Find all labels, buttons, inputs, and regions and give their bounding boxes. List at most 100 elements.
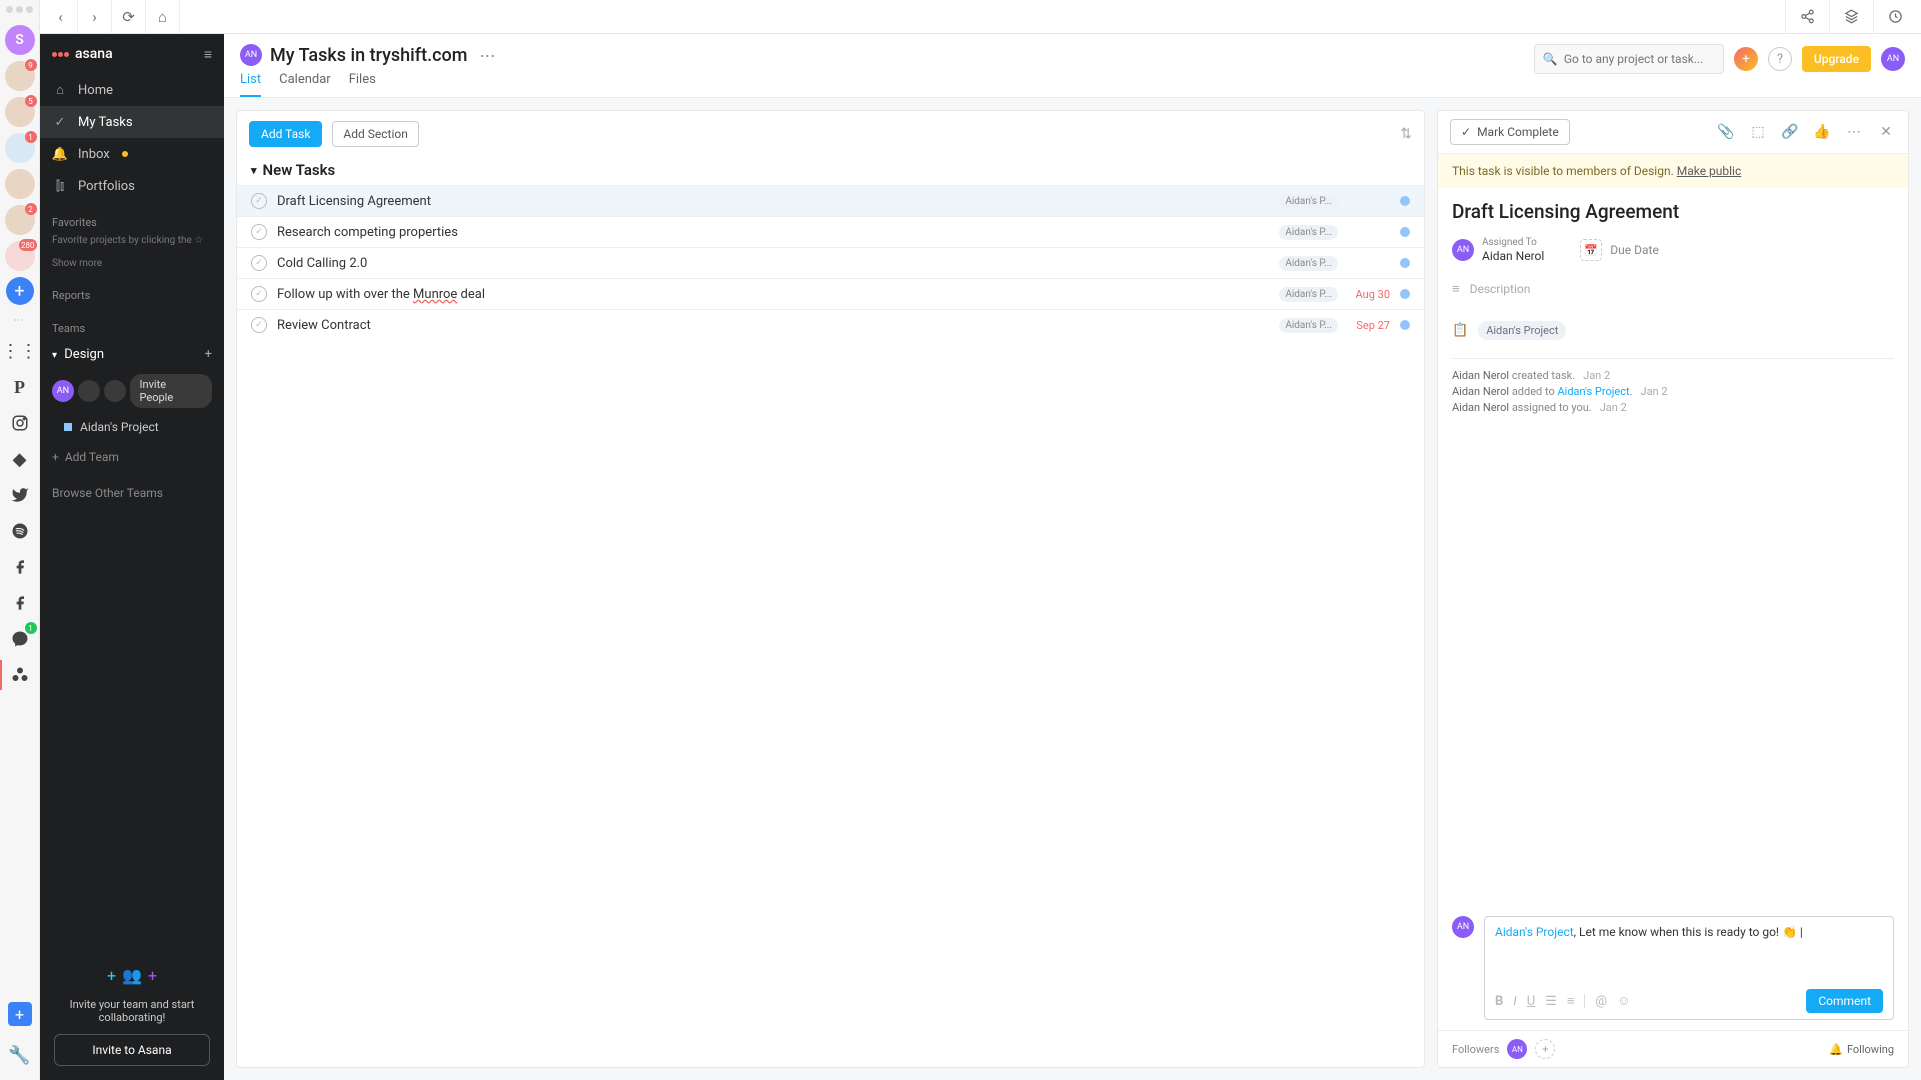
help-button[interactable]: ? xyxy=(1768,47,1792,71)
search-input[interactable] xyxy=(1564,52,1715,66)
task-checkbox[interactable]: ✓ xyxy=(251,255,267,271)
subtask-icon[interactable]: ⬚ xyxy=(1748,124,1768,140)
layers-button[interactable] xyxy=(1829,0,1873,34)
close-icon[interactable]: ✕ xyxy=(1876,124,1896,140)
make-public-link[interactable]: Make public xyxy=(1677,164,1742,178)
global-search[interactable]: 🔍 xyxy=(1534,44,1724,74)
add-workspace-button[interactable]: + xyxy=(6,277,34,305)
show-more-link[interactable]: Show more xyxy=(40,252,224,275)
mark-complete-button[interactable]: ✓Mark Complete xyxy=(1450,119,1570,145)
reload-button[interactable]: ⟳ xyxy=(112,0,146,34)
messenger-icon[interactable]: 1 xyxy=(5,624,35,654)
sort-icon[interactable]: ⇅ xyxy=(1400,126,1412,142)
add-project-icon[interactable]: + xyxy=(205,347,212,362)
quick-add-button[interactable]: + xyxy=(1734,47,1758,71)
task-title[interactable]: Draft Licensing Agreement xyxy=(1452,200,1894,223)
more-icon[interactable]: ⋯ xyxy=(1844,124,1864,140)
nav-portfolios[interactable]: ⫿⫾Portfolios xyxy=(40,170,224,202)
twitter-icon[interactable] xyxy=(5,480,35,510)
task-checkbox[interactable]: ✓ xyxy=(251,193,267,209)
bold-icon[interactable]: B xyxy=(1495,994,1503,1009)
number-list-icon[interactable]: ≡ xyxy=(1567,993,1575,1009)
add-follower-button[interactable]: + xyxy=(1535,1039,1555,1059)
facebook-icon-2[interactable] xyxy=(5,588,35,618)
link-icon[interactable]: 🔗 xyxy=(1780,124,1800,140)
add-app-button[interactable]: + xyxy=(8,1002,32,1026)
member-avatar-1[interactable]: AN xyxy=(52,380,74,402)
mention-icon[interactable]: @ xyxy=(1595,994,1607,1009)
app-icon-grid[interactable]: ⋮⋮ xyxy=(5,336,35,366)
add-task-button[interactable]: Add Task xyxy=(249,121,322,147)
attachment-icon[interactable]: 📎 xyxy=(1716,124,1736,140)
comment-button[interactable]: Comment xyxy=(1806,989,1883,1013)
section-new-tasks[interactable]: ▾New Tasks xyxy=(237,157,1424,185)
member-avatar-empty-2[interactable] xyxy=(104,380,126,402)
workspace-avatar-2[interactable]: 5 xyxy=(5,97,35,127)
asana-logo[interactable]: asana xyxy=(52,46,113,62)
instagram-icon[interactable] xyxy=(5,408,35,438)
asana-app-icon[interactable] xyxy=(5,660,35,690)
description-field[interactable]: ≡ Description xyxy=(1452,281,1894,297)
task-row[interactable]: ✓ Cold Calling 2.0 Aidan's P... — xyxy=(237,247,1424,278)
task-checkbox[interactable]: ✓ xyxy=(251,224,267,240)
collapse-sidebar-icon[interactable]: ≡ xyxy=(204,46,212,63)
tab-calendar[interactable]: Calendar xyxy=(279,72,331,97)
profile-avatar[interactable]: AN xyxy=(1881,47,1905,71)
member-avatar-empty-1[interactable] xyxy=(78,380,100,402)
task-row[interactable]: ✓ Review Contract Aidan's P... Sep 27 xyxy=(237,309,1424,340)
follower-avatar[interactable]: AN xyxy=(1507,1039,1527,1059)
following-toggle[interactable]: 🔔Following xyxy=(1829,1043,1894,1056)
project-aidans[interactable]: Aidan's Project xyxy=(40,414,224,440)
browse-teams-link[interactable]: Browse Other Teams xyxy=(40,474,224,512)
home-button[interactable]: ⌂ xyxy=(146,0,180,34)
add-section-button[interactable]: Add Section xyxy=(332,121,418,147)
workspace-avatar-4[interactable] xyxy=(5,169,35,199)
task-project-chip[interactable]: Aidan's P... xyxy=(1279,287,1338,302)
spotify-icon[interactable] xyxy=(5,516,35,546)
team-design[interactable]: ▾ Design+ xyxy=(40,341,224,368)
upgrade-button[interactable]: Upgrade xyxy=(1802,46,1871,72)
task-checkbox[interactable]: ✓ xyxy=(251,317,267,333)
project-field[interactable]: 📋 Aidan's Project xyxy=(1452,321,1894,340)
task-project-chip[interactable]: Aidan's P... xyxy=(1279,318,1338,333)
workspace-avatar-5[interactable]: 2 xyxy=(5,205,35,235)
share-button[interactable] xyxy=(1785,0,1829,34)
underline-icon[interactable]: U xyxy=(1527,994,1535,1009)
invite-people-button[interactable]: Invite People xyxy=(130,374,212,408)
add-team-button[interactable]: +Add Team xyxy=(40,440,224,474)
task-row[interactable]: ✓ Research competing properties Aidan's … xyxy=(237,216,1424,247)
workspace-avatar-6[interactable]: 280 xyxy=(5,241,35,271)
assignee-field[interactable]: AN Assigned ToAidan Nerol xyxy=(1452,237,1544,263)
workspace-avatar-1[interactable]: 9 xyxy=(5,61,35,91)
tab-list[interactable]: List xyxy=(240,72,261,97)
workspace-avatar-3[interactable]: 1 xyxy=(5,133,35,163)
due-date-field[interactable]: 📅 Due Date xyxy=(1580,239,1659,261)
nav-inbox[interactable]: 🔔Inbox xyxy=(40,138,224,170)
diamond-icon[interactable]: ◆ xyxy=(5,444,35,474)
task-project-chip[interactable]: Aidan's P... xyxy=(1279,225,1338,240)
bullet-list-icon[interactable]: ☰ xyxy=(1545,994,1557,1009)
nav-home[interactable]: ⌂Home xyxy=(40,74,224,106)
comment-input[interactable]: Aidan's Project, Let me know when this i… xyxy=(1484,916,1894,1020)
forward-button[interactable]: › xyxy=(78,0,112,34)
activity-link[interactable]: Aidan's Project xyxy=(1557,385,1629,398)
invite-to-asana-button[interactable]: Invite to Asana xyxy=(54,1034,210,1066)
back-button[interactable]: ‹ xyxy=(44,0,78,34)
page-menu-icon[interactable]: ⋯ xyxy=(479,46,495,65)
nav-my-tasks[interactable]: ✓My Tasks xyxy=(40,106,224,138)
tab-files[interactable]: Files xyxy=(349,72,376,97)
settings-wrench-icon[interactable]: 🔧 xyxy=(5,1040,35,1070)
like-icon[interactable]: 👍 xyxy=(1812,124,1832,140)
facebook-icon[interactable] xyxy=(5,552,35,582)
task-project-chip[interactable]: Aidan's P... xyxy=(1279,256,1338,271)
project-chip[interactable]: Aidan's Project xyxy=(1478,321,1566,340)
italic-icon[interactable]: I xyxy=(1513,994,1516,1009)
workspace-avatar-main[interactable]: S xyxy=(5,25,35,55)
task-checkbox[interactable]: ✓ xyxy=(251,286,267,302)
task-row[interactable]: ✓ Draft Licensing Agreement Aidan's P...… xyxy=(237,185,1424,216)
history-button[interactable] xyxy=(1873,0,1917,34)
emoji-icon[interactable]: ☺ xyxy=(1617,993,1630,1009)
app-icon-p[interactable]: P xyxy=(5,372,35,402)
task-row[interactable]: ✓ Follow up with over the Munroe deal Ai… xyxy=(237,278,1424,309)
task-project-chip[interactable]: Aidan's P... xyxy=(1279,194,1338,209)
